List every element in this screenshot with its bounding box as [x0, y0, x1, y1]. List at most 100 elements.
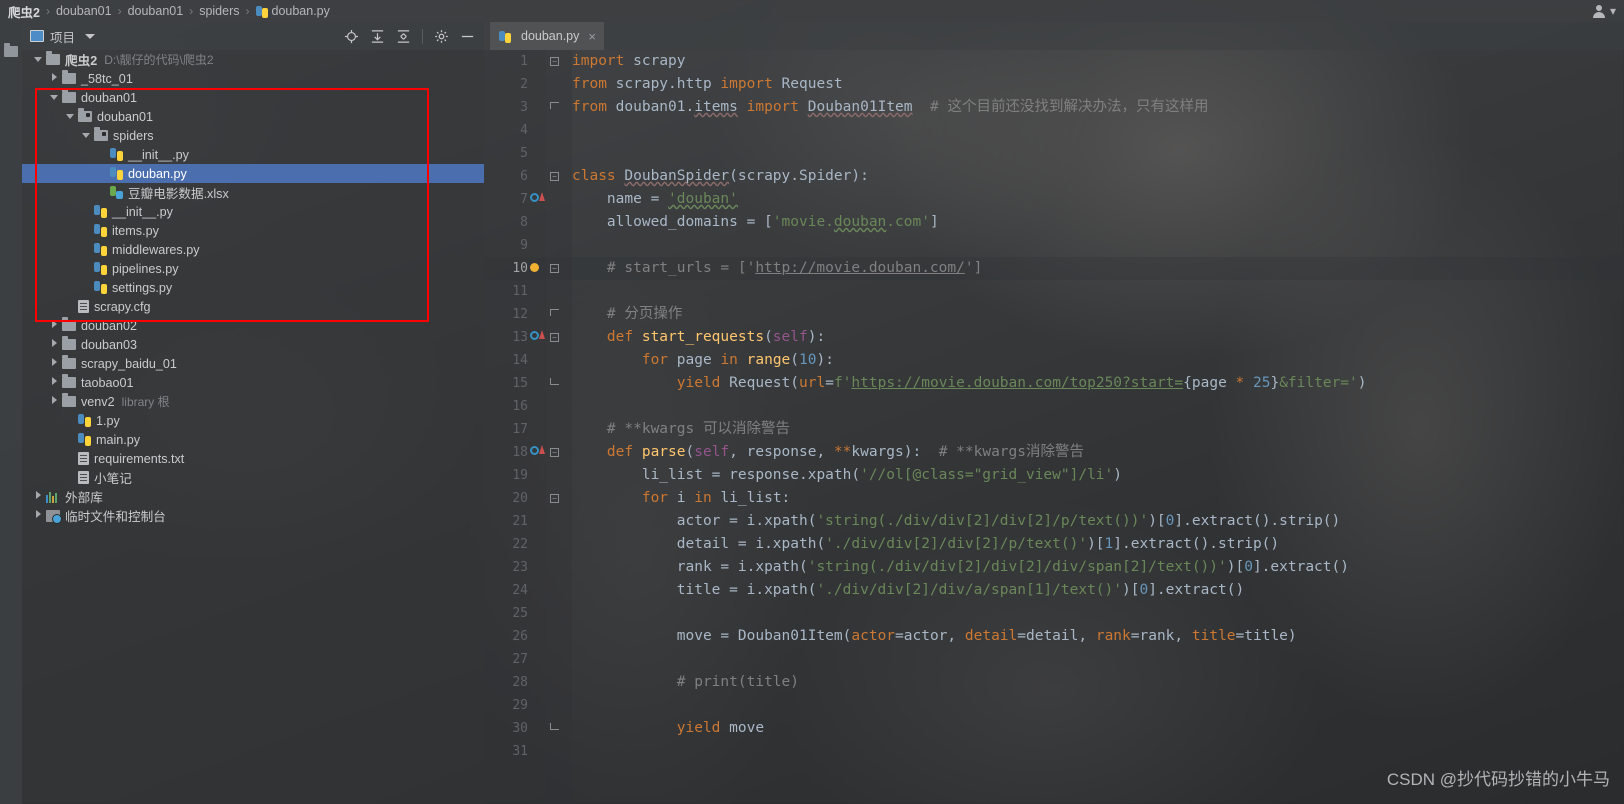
chevron-down-icon[interactable] — [85, 33, 96, 39]
tree-row-settings.py[interactable]: settings.py — [22, 278, 484, 297]
fold-toggle-icon[interactable]: − — [550, 333, 559, 342]
tree-row-douban01[interactable]: douban01 — [22, 88, 484, 107]
fold-toggle-icon[interactable]: − — [550, 448, 559, 457]
settings-gear-icon[interactable] — [434, 29, 449, 44]
code-line-26[interactable]: 26 move = Douban01Item(actor=actor, deta… — [484, 625, 1624, 648]
code-line-25[interactable]: 25 — [484, 602, 1624, 625]
code-line-24[interactable]: 24 title = i.xpath('./div/div[2]/div/a/s… — [484, 579, 1624, 602]
close-icon[interactable]: × — [588, 29, 596, 44]
tree-row-taobao01[interactable]: taobao01 — [22, 373, 484, 392]
code-line-27[interactable]: 27 — [484, 648, 1624, 671]
expand-toggle-icon[interactable] — [46, 320, 62, 331]
tree-row-__init__.py[interactable]: __init__.py — [22, 145, 484, 164]
code-line-20[interactable]: 20 − for i in li_list: — [484, 487, 1624, 510]
code-line-16[interactable]: 16 — [484, 395, 1624, 418]
code-line-4[interactable]: 4 — [484, 119, 1624, 142]
tree-row-items.py[interactable]: items.py — [22, 221, 484, 240]
collapse-toggle-icon[interactable] — [46, 92, 62, 103]
tree-row-main.py[interactable]: main.py — [22, 430, 484, 449]
account-area[interactable]: ▾ — [1592, 0, 1616, 22]
collapse-toggle-icon[interactable] — [30, 54, 46, 65]
code-line-12[interactable]: 12 # 分页操作 — [484, 303, 1624, 326]
tree-row-venv2[interactable]: venv2 library 根 — [22, 392, 484, 411]
run-gutter-icon[interactable] — [530, 192, 545, 206]
code-line-23[interactable]: 23 rank = i.xpath('string(./div/div[2]/d… — [484, 556, 1624, 579]
tree-row-spiders[interactable]: spiders — [22, 126, 484, 145]
expand-toggle-icon[interactable] — [46, 396, 62, 407]
expand-all-icon[interactable] — [370, 29, 385, 44]
run-gutter-icon[interactable] — [530, 330, 545, 344]
fold-toggle-icon[interactable]: − — [550, 494, 559, 503]
code-line-30[interactable]: 30 yield move — [484, 717, 1624, 740]
line-number: 23 — [512, 560, 528, 575]
hide-minimize-icon[interactable] — [460, 29, 475, 44]
locate-icon[interactable] — [344, 29, 359, 44]
code-line-31[interactable]: 31 — [484, 740, 1624, 763]
expand-toggle-icon[interactable] — [46, 73, 62, 84]
folder-icon — [62, 393, 76, 407]
expand-toggle-icon[interactable] — [46, 377, 62, 388]
tree-row-douban03[interactable]: douban03 — [22, 335, 484, 354]
xlsx-file-icon — [110, 186, 123, 199]
code-line-22[interactable]: 22 detail = i.xpath('./div/div[2]/div[2]… — [484, 533, 1624, 556]
expand-toggle-icon[interactable] — [30, 510, 46, 521]
code-line-14[interactable]: 14 for page in range(10): — [484, 349, 1624, 372]
project-tree[interactable]: 爬虫2 D:\靓仔的代码\爬虫2 _58tc_01 douban01 douban01 s… — [22, 50, 484, 804]
tree-row-scrapy_baidu_01[interactable]: scrapy_baidu_01 — [22, 354, 484, 373]
breadcrumb-item-3[interactable]: spiders — [199, 4, 239, 18]
code-line-2[interactable]: 2 from scrapy.http import Request — [484, 73, 1624, 96]
tree-row---------[interactable]: 临时文件和控制台 — [22, 506, 484, 525]
code-line-19[interactable]: 19 li_list = response.xpath('//ol[@class… — [484, 464, 1624, 487]
code-line-5[interactable]: 5 — [484, 142, 1624, 165]
tree-row----[interactable]: 小笔记 — [22, 468, 484, 487]
code-line-8[interactable]: 8 allowed_domains = ['movie.douban.com'] — [484, 211, 1624, 234]
tree-row-pipelines.py[interactable]: pipelines.py — [22, 259, 484, 278]
tree-row---2[interactable]: 爬虫2 D:\靓仔的代码\爬虫2 — [22, 50, 484, 69]
text-file-icon — [78, 471, 89, 484]
code-line-15[interactable]: 15 yield Request(url=f'https://movie.dou… — [484, 372, 1624, 395]
intention-bulb-icon[interactable] — [530, 261, 544, 275]
code-line-10[interactable]: 10 − # start_urls = ['http://movie.douban… — [484, 257, 1624, 280]
tree-row-1.py[interactable]: 1.py — [22, 411, 484, 430]
expand-toggle-icon[interactable] — [46, 358, 62, 369]
tree-row-middlewares.py[interactable]: middlewares.py — [22, 240, 484, 259]
expand-toggle-icon[interactable] — [46, 339, 62, 350]
code-line-29[interactable]: 29 — [484, 694, 1624, 717]
structure-icon[interactable] — [4, 43, 18, 57]
code-line-11[interactable]: 11 — [484, 280, 1624, 303]
fold-toggle-icon[interactable]: − — [550, 172, 559, 181]
code-line-28[interactable]: 28 # print(title) — [484, 671, 1624, 694]
tree-row-__init__.py[interactable]: __init__.py — [22, 202, 484, 221]
breadcrumb-item-1[interactable]: douban01 — [56, 4, 112, 18]
tree-row-requirements.txt[interactable]: requirements.txt — [22, 449, 484, 468]
code-line-9[interactable]: 9 — [484, 234, 1624, 257]
code-line-3[interactable]: 3 from douban01.items import Douban01Item… — [484, 96, 1624, 119]
fold-toggle-icon[interactable]: − — [550, 264, 559, 273]
run-gutter-icon[interactable] — [530, 445, 545, 459]
code-line-21[interactable]: 21 actor = i.xpath('string(./div/div[2]/… — [484, 510, 1624, 533]
collapse-all-icon[interactable] — [396, 29, 411, 44]
tree-row-------.xlsx[interactable]: 豆瓣电影数据.xlsx — [22, 183, 484, 202]
breadcrumb-item-2[interactable]: douban01 — [128, 4, 184, 18]
code-editor[interactable]: 1 − import scrapy 2 from scrapy.http import … — [484, 50, 1624, 804]
code-line-18[interactable]: 18 − def parse(self, response, **kwargs):… — [484, 441, 1624, 464]
collapse-toggle-icon[interactable] — [62, 111, 78, 122]
tree-row-douban01[interactable]: douban01 — [22, 107, 484, 126]
tree-row-douban.py[interactable]: douban.py — [22, 164, 484, 183]
collapse-toggle-icon[interactable] — [78, 130, 94, 141]
tree-row-douban02[interactable]: douban02 — [22, 316, 484, 335]
breadcrumb-item-4[interactable]: douban.py — [255, 4, 330, 18]
expand-toggle-icon[interactable] — [30, 491, 46, 502]
code-line-13[interactable]: 13 − def start_requests(self): — [484, 326, 1624, 349]
editor-tab-douban-py[interactable]: douban.py × — [490, 22, 604, 50]
tree-row-scrapy.cfg[interactable]: scrapy.cfg — [22, 297, 484, 316]
breadcrumb-item-0[interactable]: 爬虫2 — [8, 2, 40, 21]
tree-row----[interactable]: 外部库 — [22, 487, 484, 506]
code-line-17[interactable]: 17 # **kwargs 可以消除警告 — [484, 418, 1624, 441]
code-line-7[interactable]: 7 name = 'douban' — [484, 188, 1624, 211]
fold-toggle-icon[interactable]: − — [550, 57, 559, 66]
code-line-1[interactable]: 1 − import scrapy — [484, 50, 1624, 73]
code-line-6[interactable]: 6 − class DoubanSpider(scrapy.Spider): — [484, 165, 1624, 188]
tree-row-_58tc_01[interactable]: _58tc_01 — [22, 69, 484, 88]
